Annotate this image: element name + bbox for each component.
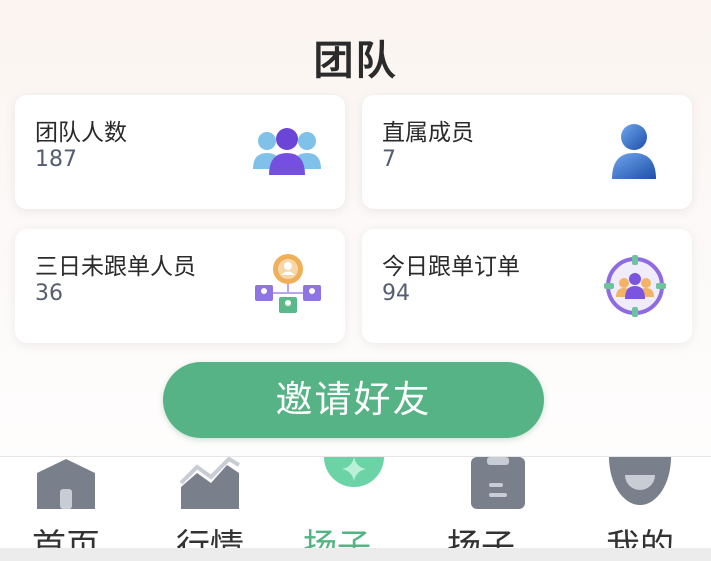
card-title: 团队人数 bbox=[35, 120, 127, 146]
org-chart-icon bbox=[255, 254, 321, 313]
today-orders-card[interactable]: 今日跟单订单 94 bbox=[362, 229, 692, 343]
sparkle-icon bbox=[324, 457, 384, 487]
invite-friends-button[interactable]: 邀请好友 bbox=[163, 362, 544, 438]
bottom-divider bbox=[0, 548, 711, 561]
card-value: 94 bbox=[382, 281, 410, 306]
profile-icon bbox=[609, 457, 671, 505]
tab-yangzi-2[interactable]: 扬子… bbox=[427, 457, 569, 561]
tab-yangzi-1[interactable]: 扬子… bbox=[283, 457, 425, 561]
card-value: 36 bbox=[35, 281, 63, 306]
page-title: 团队 bbox=[313, 38, 398, 84]
card-title: 直属成员 bbox=[382, 120, 474, 146]
bottom-tab-bar: 首页 行情 扬子… 扬子… 我的 bbox=[0, 456, 711, 561]
tab-home[interactable]: 首页 bbox=[0, 457, 137, 561]
home-icon bbox=[37, 459, 95, 509]
direct-members-card[interactable]: 直属成员 7 bbox=[362, 95, 692, 209]
card-title: 三日未跟单人员 bbox=[35, 254, 196, 280]
team-members-icon bbox=[253, 128, 321, 175]
no-follow-3days-card[interactable]: 三日未跟单人员 36 bbox=[15, 229, 345, 343]
market-chart-icon bbox=[179, 457, 241, 509]
team-count-card[interactable]: 团队人数 187 bbox=[15, 95, 345, 209]
card-value: 7 bbox=[382, 147, 396, 172]
card-title: 今日跟单订单 bbox=[382, 254, 520, 280]
tab-mine[interactable]: 我的 bbox=[569, 457, 711, 561]
target-group-icon bbox=[604, 255, 666, 317]
tab-market[interactable]: 行情 bbox=[139, 457, 281, 561]
single-member-icon bbox=[612, 124, 656, 179]
clipboard-icon bbox=[471, 457, 525, 509]
card-value: 187 bbox=[35, 147, 77, 172]
